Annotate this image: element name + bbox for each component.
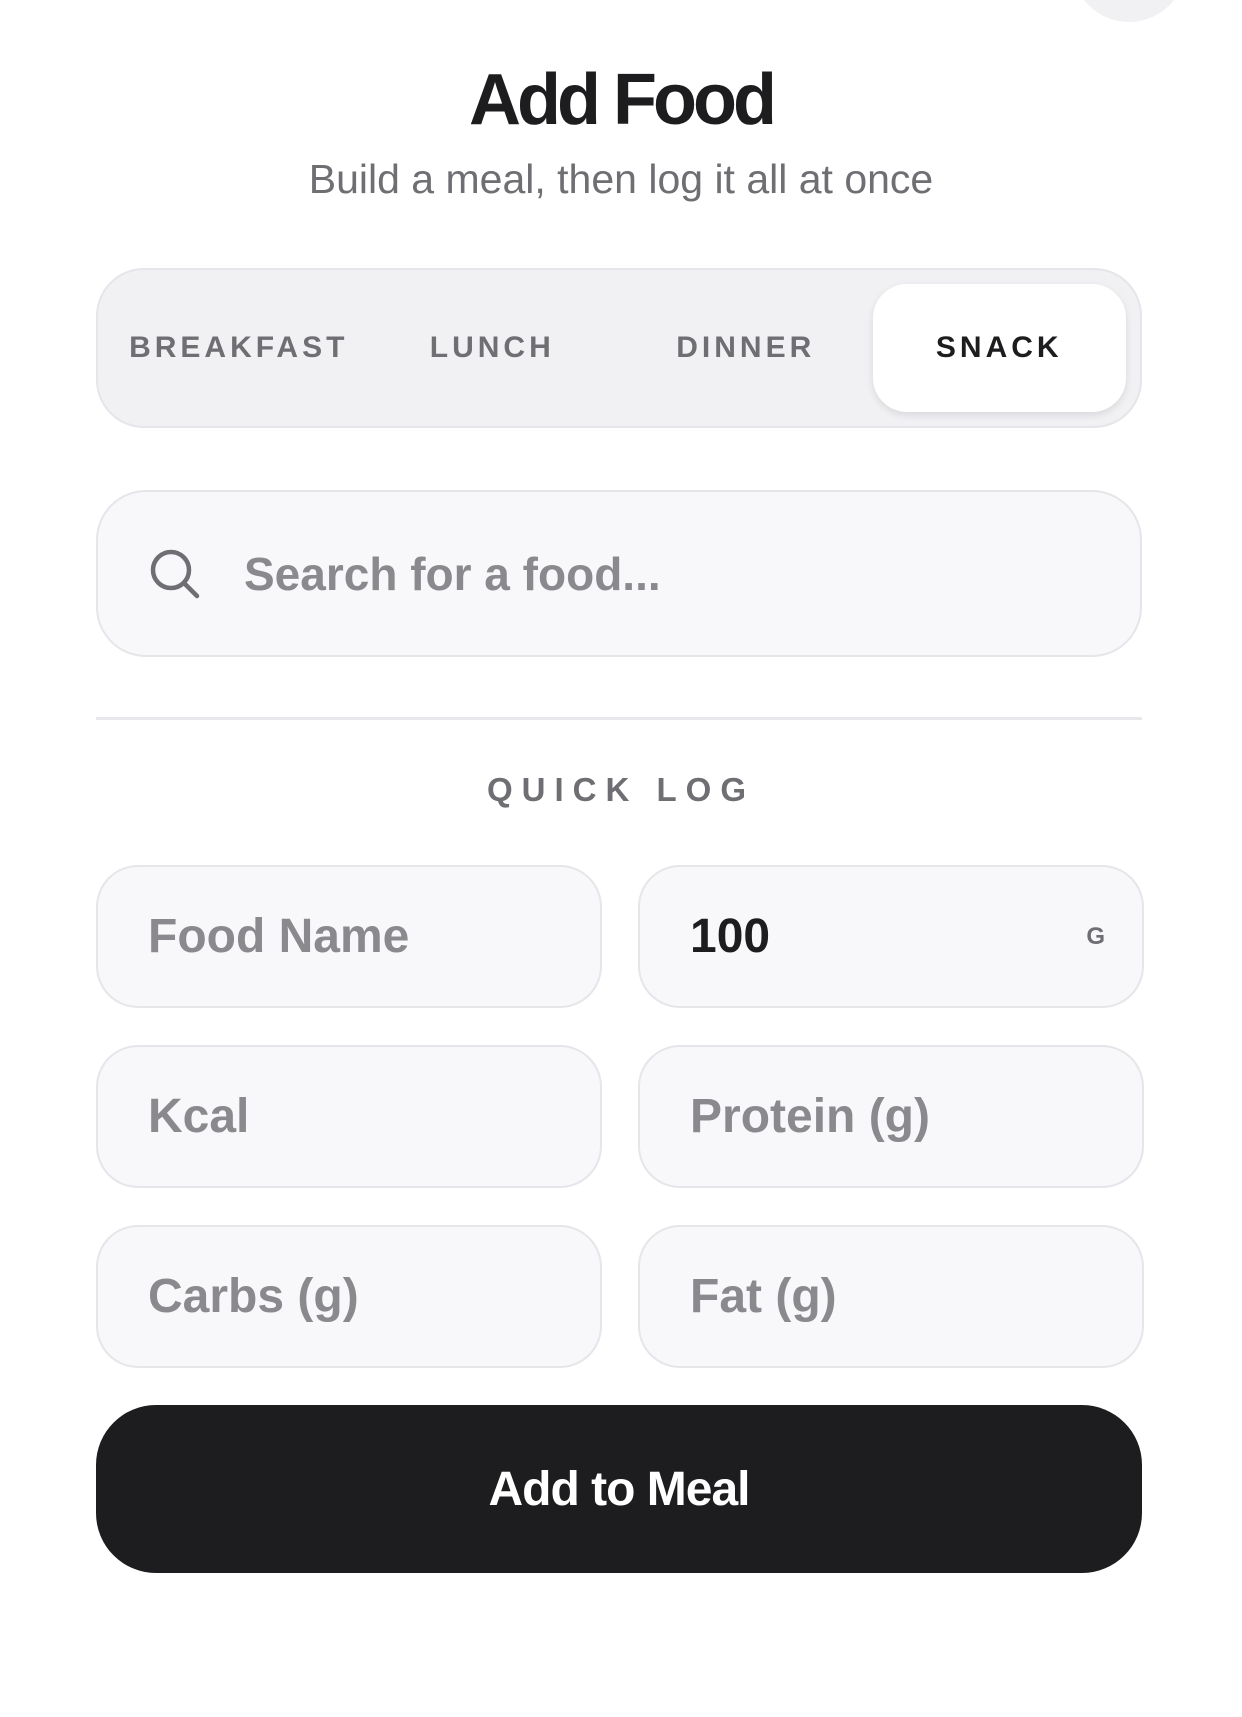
protein-field[interactable] [638,1045,1144,1188]
kcal-input[interactable] [146,1088,564,1145]
food-name-input[interactable] [146,908,564,965]
amount-input[interactable] [688,908,1087,965]
kcal-field[interactable] [96,1045,602,1188]
add-to-meal-button[interactable]: Add to Meal [96,1405,1142,1573]
tab-snack[interactable]: SNACK [872,284,1126,412]
section-divider [96,717,1142,720]
fat-input[interactable] [688,1268,1106,1325]
search-icon [150,549,200,598]
protein-input[interactable] [688,1088,1106,1145]
amount-field[interactable]: G [638,865,1144,1008]
corner-close-button[interactable] [1072,0,1186,22]
search-input[interactable] [242,545,1066,602]
tab-breakfast[interactable]: BREAKFAST [112,284,366,412]
meal-type-segmented-control: BREAKFAST LUNCH DINNER SNACK [96,268,1142,428]
amount-unit-label: G [1086,922,1106,950]
carbs-field[interactable] [96,1225,602,1368]
page-subtitle: Build a meal, then log it all at once [308,156,934,202]
fat-field[interactable] [638,1225,1144,1368]
tab-lunch[interactable]: LUNCH [366,284,620,412]
quick-log-heading: QUICK LOG [487,771,755,808]
page-title: Add Food [469,60,777,140]
food-name-field[interactable] [96,865,602,1008]
search-field[interactable] [96,490,1142,657]
carbs-input[interactable] [146,1268,564,1325]
tab-dinner[interactable]: DINNER [619,284,873,412]
